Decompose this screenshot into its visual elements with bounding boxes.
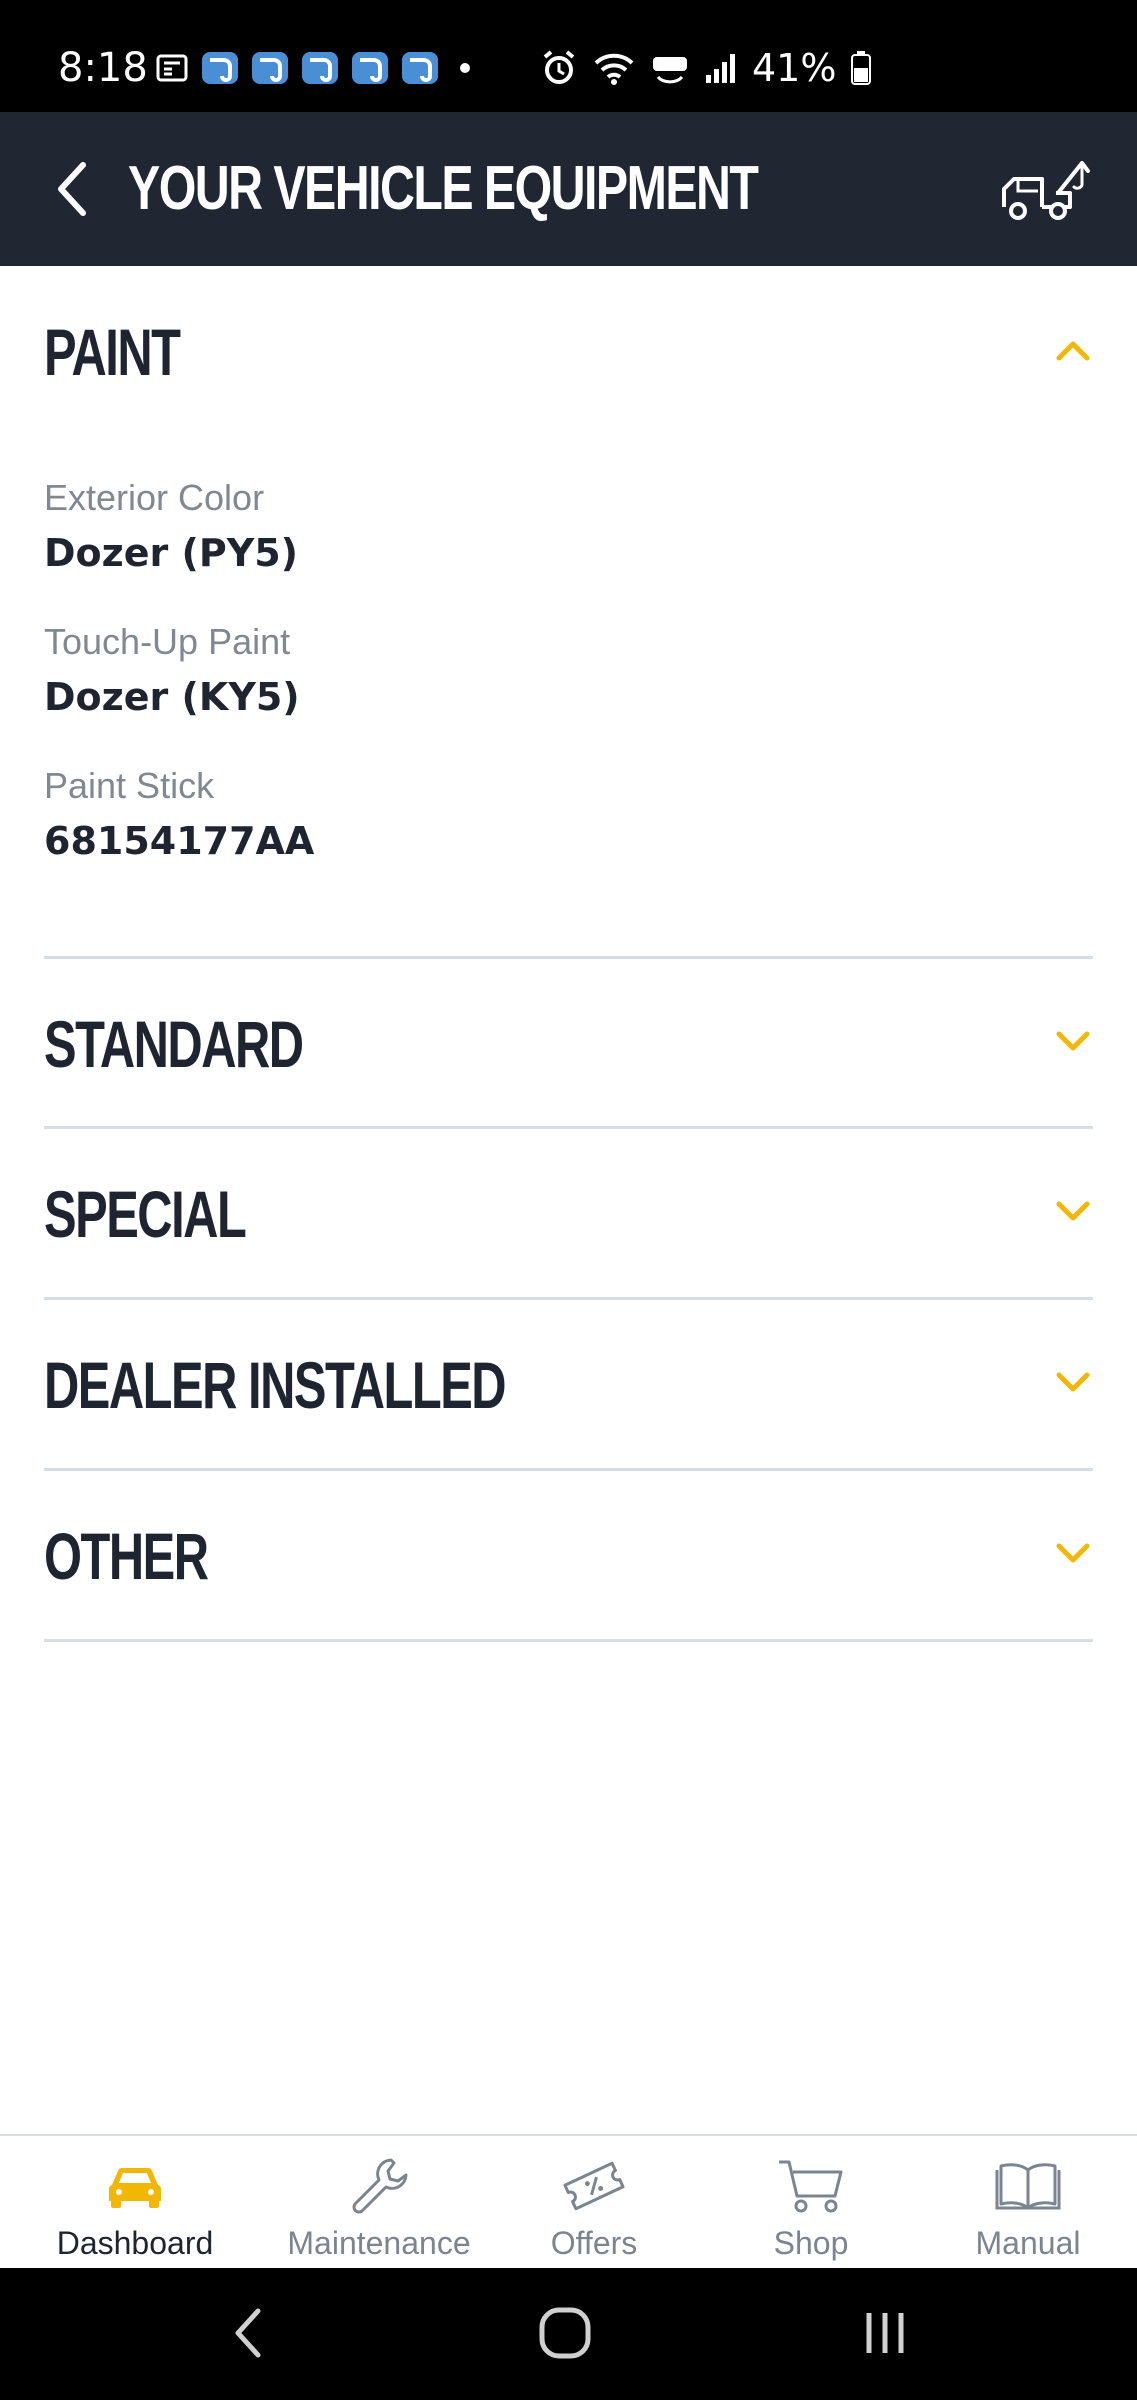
- chevron-down-icon: [1053, 1022, 1093, 1062]
- recents-icon: [866, 2313, 904, 2353]
- signal-icon: [706, 54, 735, 83]
- system-nav-bar: [0, 2268, 1137, 2400]
- news-icon: [156, 54, 188, 82]
- evernote-icon: [252, 52, 288, 84]
- system-home-button[interactable]: [520, 2298, 610, 2368]
- roadside-assistance-button[interactable]: [996, 152, 1096, 228]
- nav-offers[interactable]: Offers: [494, 2136, 694, 2270]
- section-title: OTHER: [44, 1519, 209, 1593]
- coupon-icon: [559, 2154, 629, 2218]
- wrench-icon: [344, 2154, 414, 2218]
- exterior-color-value: Dozer (PY5): [44, 531, 299, 575]
- status-time: 8:18: [58, 45, 148, 91]
- nav-label: Offers: [550, 2225, 638, 2261]
- section-title: PAINT: [44, 315, 181, 389]
- chevron-down-icon: [1053, 1192, 1093, 1232]
- system-recents-button[interactable]: [840, 2298, 930, 2368]
- status-right: 41%: [540, 44, 872, 92]
- section-title: DEALER INSTALLED: [44, 1348, 507, 1422]
- notification-icons: [156, 44, 480, 92]
- section-divider: [44, 1126, 1093, 1129]
- evernote-icon: [352, 52, 388, 84]
- system-back-button[interactable]: [203, 2298, 293, 2368]
- evernote-icon: [402, 52, 438, 84]
- section-title: SPECIAL: [44, 1177, 247, 1251]
- tow-truck-icon: [1002, 161, 1090, 220]
- section-paint-header[interactable]: PAINT: [44, 300, 1093, 400]
- section-divider: [44, 1639, 1093, 1642]
- more-notifications-dot-icon: [460, 63, 470, 73]
- back-button[interactable]: [36, 154, 106, 224]
- section-divider: [44, 956, 1093, 959]
- battery-percent: 41%: [752, 46, 837, 90]
- section-standard-header[interactable]: STANDARD: [44, 992, 1093, 1092]
- section-dealer-installed-header[interactable]: DEALER INSTALLED: [44, 1333, 1093, 1433]
- section-title: STANDARD: [44, 1007, 304, 1081]
- touch-up-paint-value: Dozer (KY5): [44, 675, 300, 719]
- evernote-icon: [202, 52, 238, 84]
- nav-label: Maintenance: [287, 2225, 471, 2261]
- bottom-nav: Dashboard Maintenance Offers Shop Manual: [0, 2134, 1137, 2268]
- chevron-down-icon: [1053, 1363, 1093, 1403]
- nav-label: Manual: [975, 2225, 1081, 2261]
- chevron-down-icon: [1053, 1534, 1093, 1574]
- app-header: YOUR VEHICLE EQUIPMENT: [0, 112, 1137, 266]
- battery-icon: [851, 51, 872, 85]
- car-icon: [100, 2154, 170, 2218]
- nav-manual[interactable]: Manual: [928, 2136, 1128, 2270]
- section-special-header[interactable]: SPECIAL: [44, 1162, 1093, 1262]
- touch-up-paint-label: Touch-Up Paint: [44, 621, 291, 662]
- section-divider: [44, 1468, 1093, 1471]
- book-icon: [993, 2154, 1063, 2218]
- nav-dashboard[interactable]: Dashboard: [35, 2136, 235, 2270]
- chevron-left-icon: [235, 2308, 261, 2358]
- section-divider: [44, 1297, 1093, 1300]
- evernote-icon: [302, 52, 338, 84]
- page-title: YOUR VEHICLE EQUIPMENT: [128, 154, 759, 223]
- alarm-icon: [543, 50, 575, 84]
- exterior-color-label: Exterior Color: [44, 477, 265, 518]
- nav-shop[interactable]: Shop: [711, 2136, 911, 2270]
- status-bar: 8:18 41%: [0, 0, 1137, 112]
- nav-maintenance[interactable]: Maintenance: [279, 2136, 479, 2270]
- chevron-up-icon: [1053, 330, 1093, 370]
- volte-icon: [653, 57, 687, 84]
- wifi-icon: [594, 53, 634, 85]
- cart-icon: [776, 2154, 846, 2218]
- nav-label: Dashboard: [56, 2225, 214, 2261]
- home-circle-icon: [539, 2307, 591, 2359]
- paint-stick-label: Paint Stick: [44, 765, 215, 806]
- chevron-left-icon: [58, 162, 86, 216]
- nav-label: Shop: [773, 2225, 849, 2261]
- section-other-header[interactable]: OTHER: [44, 1504, 1093, 1604]
- paint-stick-value: 68154177AA: [44, 819, 315, 863]
